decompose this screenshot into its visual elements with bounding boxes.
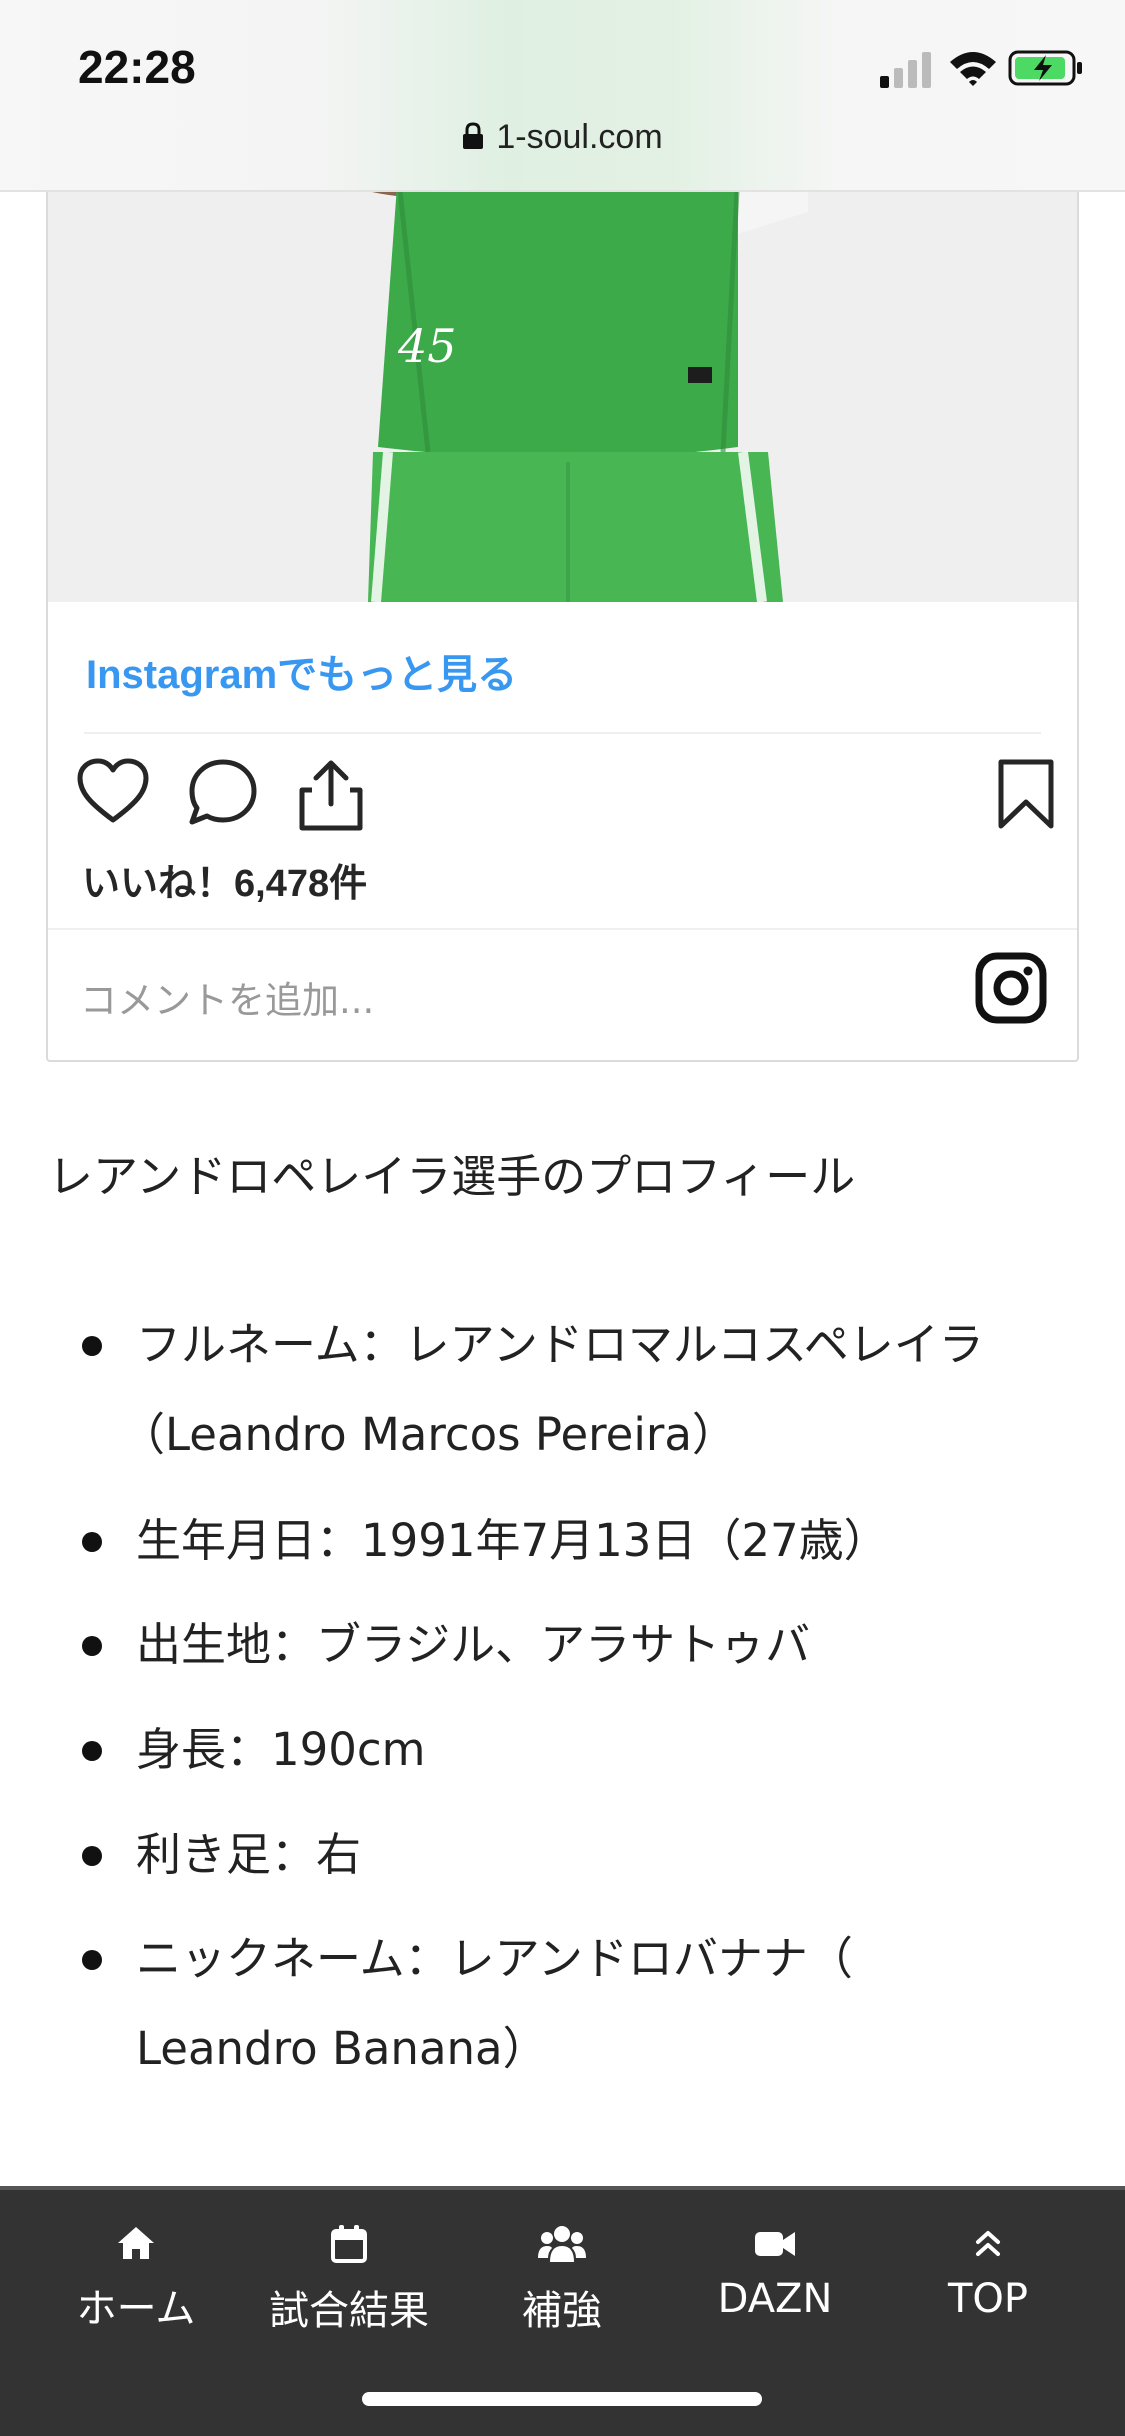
instagram-photo[interactable]: 45 (48, 152, 1077, 602)
signal-icon (880, 52, 931, 88)
lock-icon (463, 122, 484, 149)
home-icon (118, 2227, 154, 2259)
instagram-embed: 45 Instagramでもっと見る いいね！6,478件 コメントを追加... (46, 150, 1079, 1062)
nav-item-dazn[interactable]: DAZN (675, 2224, 875, 2322)
player-photo-illustration: 45 (48, 152, 1077, 602)
list-item-text: ニックネーム：レアンドロバナナ（ Leandro Banana） (136, 1914, 1036, 2094)
comment-icon[interactable] (186, 758, 260, 832)
nav-label: 補強 (522, 2288, 602, 2334)
instagram-more-link[interactable]: Instagramでもっと見る (86, 642, 517, 700)
instagram-icon[interactable] (975, 952, 1047, 1024)
nav-label: 試合結果 (269, 2288, 429, 2334)
nav-label: TOP (947, 2276, 1029, 2322)
heart-icon[interactable] (76, 758, 150, 832)
wifi-icon (950, 52, 996, 86)
bullet (82, 1741, 102, 1761)
nav-label: DAZN (717, 2276, 833, 2322)
calendar-icon (331, 2225, 367, 2263)
list-item-text: 身長：190cm (136, 1723, 426, 1776)
share-icon[interactable] (294, 758, 368, 836)
browser-status-bar: 22:28 1-soul.com (0, 0, 1125, 192)
bullet (82, 1846, 102, 1866)
divider (48, 928, 1077, 930)
divider (84, 732, 1041, 734)
list-item-text: 生年月日：1991年7月13日（27歳） (136, 1514, 889, 1567)
list-item-text: フルネーム：レアンドロマルコスペレイラ （Leandro Marcos Pere… (120, 1300, 1036, 1480)
instagram-actions (76, 758, 1056, 838)
bullet (82, 1636, 102, 1656)
bookmark-icon[interactable] (996, 758, 1056, 836)
nav-item-reinforcement[interactable]: 補強 (462, 2224, 662, 2336)
list-item-line: （Leandro Marcos Pereira） (120, 1408, 737, 1461)
nav-item-top[interactable]: TOP (888, 2224, 1088, 2322)
users-icon (538, 2226, 586, 2262)
address-bar[interactable]: 1-soul.com (0, 118, 1125, 157)
video-camera-icon (755, 2232, 795, 2256)
bullet (82, 1336, 102, 1356)
profile-heading: レアンドロペレイラ選手のプロフィール (48, 1150, 856, 1203)
bullet (82, 1532, 102, 1552)
double-chevron-up-icon (976, 2231, 1000, 2256)
nav-item-home[interactable]: ホーム (36, 2224, 236, 2334)
list-item-line: ニックネーム：レアンドロバナナ（ (136, 1932, 853, 1985)
svg-text:45: 45 (397, 319, 457, 373)
nav-label: ホーム (76, 2286, 196, 2332)
home-indicator[interactable] (362, 2392, 762, 2406)
url-text: 1-soul.com (496, 118, 663, 156)
list-item-text: 利き足：右 (136, 1828, 362, 1881)
nav-item-results[interactable]: 試合結果 (249, 2224, 449, 2336)
list-item-line: フルネーム：レアンドロマルコスペレイラ (136, 1318, 984, 1371)
comment-input[interactable]: コメントを追加... (80, 970, 374, 1024)
likes-count[interactable]: いいね！6,478件 (82, 852, 367, 907)
bullet (82, 1950, 102, 1970)
list-item-text: 出生地：ブラジル、アラサトゥバ (136, 1618, 811, 1671)
list-item-line: Leandro Banana） (136, 2022, 548, 2075)
page: 45 Instagramでもっと見る いいね！6,478件 コメントを追加...… (0, 0, 1125, 2436)
battery-charging-icon (1008, 50, 1082, 86)
clock: 22:28 (78, 41, 196, 93)
